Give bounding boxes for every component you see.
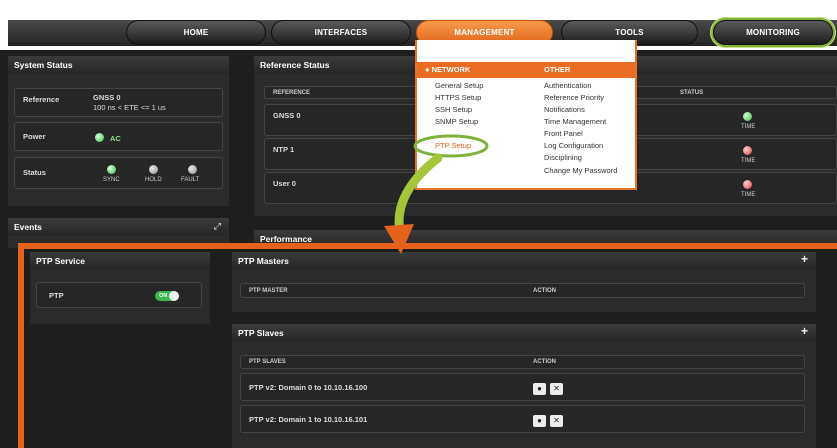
callout-arrow-head-icon bbox=[384, 224, 414, 254]
callout-arrow-shaft bbox=[394, 153, 443, 237]
ptp-setup-highlight-ring bbox=[413, 134, 489, 158]
callout-arrow-overlay bbox=[384, 134, 489, 254]
